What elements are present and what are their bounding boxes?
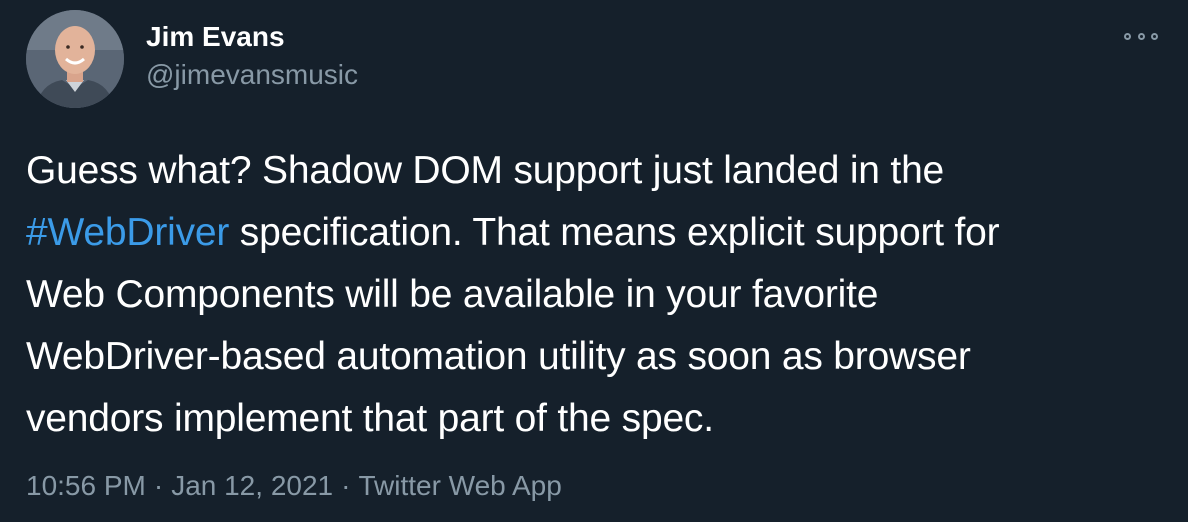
meta-separator: · xyxy=(153,470,164,501)
tweet-card: Jim Evans @jimevansmusic Guess what? Sha… xyxy=(0,0,1188,522)
more-dot xyxy=(1124,32,1131,40)
tweet-line: Web Components will be available in your… xyxy=(26,273,879,316)
tweet-line: #WebDriver specification. That means exp… xyxy=(26,202,1176,264)
tweet-time[interactable]: 10:56 PM xyxy=(26,470,146,501)
tweet-line: Guess what? Shadow DOM support just land… xyxy=(26,149,945,192)
author-handle[interactable]: @jimevansmusic xyxy=(146,56,358,94)
author-name[interactable]: Jim Evans xyxy=(146,18,358,56)
author-block: Jim Evans @jimevansmusic xyxy=(146,18,358,94)
avatar[interactable] xyxy=(26,10,124,108)
tweet-line: vendors implement that part of the spec. xyxy=(26,397,714,440)
meta-separator: · xyxy=(341,470,351,501)
tweet-line: WebDriver-based automation utility as so… xyxy=(26,335,971,378)
more-dot xyxy=(1151,32,1158,40)
tweet-source: Twitter Web App xyxy=(358,470,562,501)
tweet-meta: 10:56 PM · Jan 12, 2021 · Twitter Web App xyxy=(26,466,562,506)
tweet-date[interactable]: Jan 12, 2021 xyxy=(171,470,333,501)
tweet-line-text: specification. That means explicit suppo… xyxy=(229,211,1000,254)
more-dot xyxy=(1137,32,1145,40)
more-options-icon[interactable] xyxy=(1124,26,1158,46)
avatar-image xyxy=(26,10,124,108)
tweet-text: Guess what? Shadow DOM support just land… xyxy=(26,140,1176,450)
hashtag-link[interactable]: #WebDriver xyxy=(26,211,229,254)
